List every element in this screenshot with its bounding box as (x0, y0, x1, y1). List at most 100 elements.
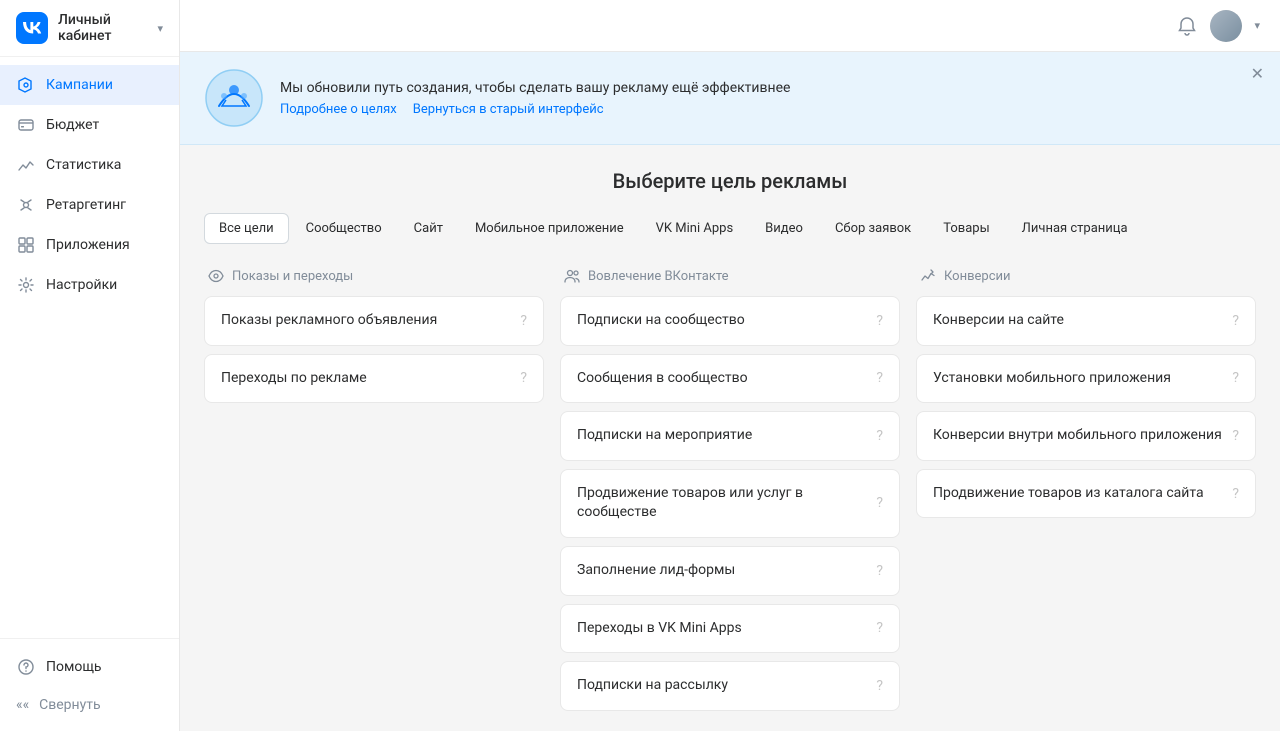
column-engagement-header: Вовлечение ВКонтакте (560, 268, 900, 284)
goal-card-lead-form-text: Заполнение лид-формы (577, 561, 868, 581)
column-shows: Показы и переходы Показы рекламного объя… (204, 268, 544, 719)
avatar-image (1210, 10, 1242, 42)
goal-card-site-conversions-help[interactable]: ? (1232, 313, 1239, 329)
goal-card-product-promo-text: Продвижение товаров или услуг в сообщест… (577, 484, 868, 523)
goal-card-community-messages[interactable]: Сообщения в сообщество ? (560, 354, 900, 404)
campaigns-icon (16, 75, 36, 95)
column-engagement: Вовлечение ВКонтакте Подписки на сообщес… (560, 268, 900, 719)
sidebar-item-campaigns-label: Кампании (46, 77, 113, 93)
tab-goods[interactable]: Товары (928, 213, 1004, 244)
goal-card-site-conversions-text: Конверсии на сайте (933, 311, 1224, 331)
sidebar-bottom: Помощь «« Свернуть (0, 638, 179, 731)
goal-card-mobile-conversions-help[interactable]: ? (1232, 428, 1239, 444)
help-icon (16, 657, 36, 677)
goal-card-product-promo-help[interactable]: ? (876, 495, 883, 511)
goal-card-newsletter-subs-text: Подписки на рассылку (577, 676, 868, 696)
tab-mini-apps[interactable]: VK Mini Apps (641, 213, 749, 244)
notifications-bell-icon[interactable] (1176, 15, 1198, 37)
sidebar: Личный кабинет ▾ Кампании Бюджет (0, 0, 180, 731)
goal-card-ad-clicks-help[interactable]: ? (520, 370, 527, 386)
goal-selection-section: Выберите цель рекламы Все цели Сообществ… (180, 145, 1280, 731)
sidebar-collapse-button[interactable]: «« Свернуть (0, 687, 179, 723)
goal-card-site-conversions[interactable]: Конверсии на сайте ? (916, 296, 1256, 346)
tab-personal-page[interactable]: Личная страница (1007, 213, 1143, 244)
tab-site[interactable]: Сайт (399, 213, 458, 244)
goal-card-newsletter-subs-help[interactable]: ? (876, 678, 883, 694)
sidebar-header: Личный кабинет ▾ (0, 0, 179, 57)
banner-link-goals[interactable]: Подробнее о целях (280, 102, 397, 117)
tab-mobile[interactable]: Мобильное приложение (460, 213, 639, 244)
goal-card-event-subs[interactable]: Подписки на мероприятие ? (560, 411, 900, 461)
goal-card-newsletter-subs[interactable]: Подписки на рассылку ? (560, 661, 900, 711)
goal-card-mobile-conversions[interactable]: Конверсии внутри мобильного приложения ? (916, 411, 1256, 461)
eye-icon (208, 268, 224, 284)
goal-card-ad-shows-text: Показы рекламного объявления (221, 311, 512, 331)
goal-card-ad-clicks-text: Переходы по рекламе (221, 369, 512, 389)
column-conversions-header: Конверсии (916, 268, 1256, 284)
account-dropdown-arrow[interactable]: ▾ (1254, 19, 1260, 32)
retargeting-icon (16, 195, 36, 215)
goal-card-lead-form-help[interactable]: ? (876, 563, 883, 579)
collapse-icon: «« (16, 697, 29, 713)
sidebar-item-statistics[interactable]: Статистика (0, 145, 179, 185)
sidebar-item-retargeting-label: Ретаргетинг (46, 197, 126, 213)
goal-card-catalog-promo-help[interactable]: ? (1232, 486, 1239, 502)
goal-card-ad-shows-help[interactable]: ? (520, 313, 527, 329)
sidebar-item-budget-label: Бюджет (46, 117, 99, 133)
column-conversions-header-label: Конверсии (944, 269, 1011, 284)
sidebar-collapse-label: Свернуть (39, 697, 100, 713)
people-icon (564, 268, 580, 284)
sidebar-item-retargeting[interactable]: Ретаргетинг (0, 185, 179, 225)
sidebar-item-statistics-label: Статистика (46, 157, 121, 173)
settings-icon (16, 275, 36, 295)
goal-card-lead-form[interactable]: Заполнение лид-формы ? (560, 546, 900, 596)
goal-card-community-subs-help[interactable]: ? (876, 313, 883, 329)
sidebar-dropdown-arrow[interactable]: ▾ (157, 22, 163, 35)
banner-illustration (204, 68, 264, 128)
sidebar-help[interactable]: Помощь (0, 647, 179, 687)
goal-card-catalog-promo[interactable]: Продвижение товаров из каталога сайта ? (916, 469, 1256, 519)
goal-card-event-subs-help[interactable]: ? (876, 428, 883, 444)
goal-card-ad-clicks[interactable]: Переходы по рекламе ? (204, 354, 544, 404)
sidebar-nav: Кампании Бюджет Статистика (0, 57, 179, 638)
sidebar-item-settings[interactable]: Настройки (0, 265, 179, 305)
goal-columns: Показы и переходы Показы рекламного объя… (204, 268, 1256, 719)
column-engagement-header-label: Вовлечение ВКонтакте (588, 269, 729, 284)
sidebar-item-settings-label: Настройки (46, 277, 117, 293)
goal-card-mobile-installs[interactable]: Установки мобильного приложения ? (916, 354, 1256, 404)
goal-card-mobile-installs-text: Установки мобильного приложения (933, 369, 1224, 389)
goal-card-ad-shows[interactable]: Показы рекламного объявления ? (204, 296, 544, 346)
main-content: ▾ Мы обновили путь создания, чтобы сдела… (180, 0, 1280, 731)
goal-card-community-subs[interactable]: Подписки на сообщество ? (560, 296, 900, 346)
sidebar-item-budget[interactable]: Бюджет (0, 105, 179, 145)
sidebar-title: Личный кабинет (58, 12, 145, 44)
goal-card-mini-apps-clicks-text: Переходы в VK Mini Apps (577, 619, 868, 639)
goal-card-community-subs-text: Подписки на сообщество (577, 311, 868, 331)
tab-all[interactable]: Все цели (204, 213, 289, 244)
budget-icon (16, 115, 36, 135)
goal-card-product-promo[interactable]: Продвижение товаров или услуг в сообщест… (560, 469, 900, 538)
vk-logo (16, 12, 48, 44)
info-banner: Мы обновили путь создания, чтобы сделать… (180, 52, 1280, 145)
banner-title: Мы обновили путь создания, чтобы сделать… (280, 80, 1256, 96)
goal-section-title: Выберите цель рекламы (204, 169, 1256, 193)
goal-tabs: Все цели Сообщество Сайт Мобильное прило… (204, 213, 1256, 244)
tab-community[interactable]: Сообщество (291, 213, 397, 244)
tab-video[interactable]: Видео (750, 213, 818, 244)
sidebar-item-apps[interactable]: Приложения (0, 225, 179, 265)
goal-card-mini-apps-clicks-help[interactable]: ? (876, 620, 883, 636)
goal-card-mini-apps-clicks[interactable]: Переходы в VK Mini Apps ? (560, 604, 900, 654)
goal-card-community-messages-help[interactable]: ? (876, 370, 883, 386)
topbar: ▾ (180, 0, 1280, 52)
goal-card-community-messages-text: Сообщения в сообщество (577, 369, 868, 389)
column-shows-header: Показы и переходы (204, 268, 544, 284)
sidebar-item-campaigns[interactable]: Кампании (0, 65, 179, 105)
statistics-icon (16, 155, 36, 175)
banner-link-old-interface[interactable]: Вернуться в старый интерфейс (413, 102, 604, 117)
tab-lead[interactable]: Сбор заявок (820, 213, 926, 244)
goal-card-mobile-installs-help[interactable]: ? (1232, 370, 1239, 386)
banner-close-button[interactable]: ✕ (1251, 64, 1264, 83)
banner-links: Подробнее о целях Вернуться в старый инт… (280, 102, 1256, 117)
avatar[interactable] (1210, 10, 1242, 42)
column-shows-header-label: Показы и переходы (232, 269, 353, 284)
